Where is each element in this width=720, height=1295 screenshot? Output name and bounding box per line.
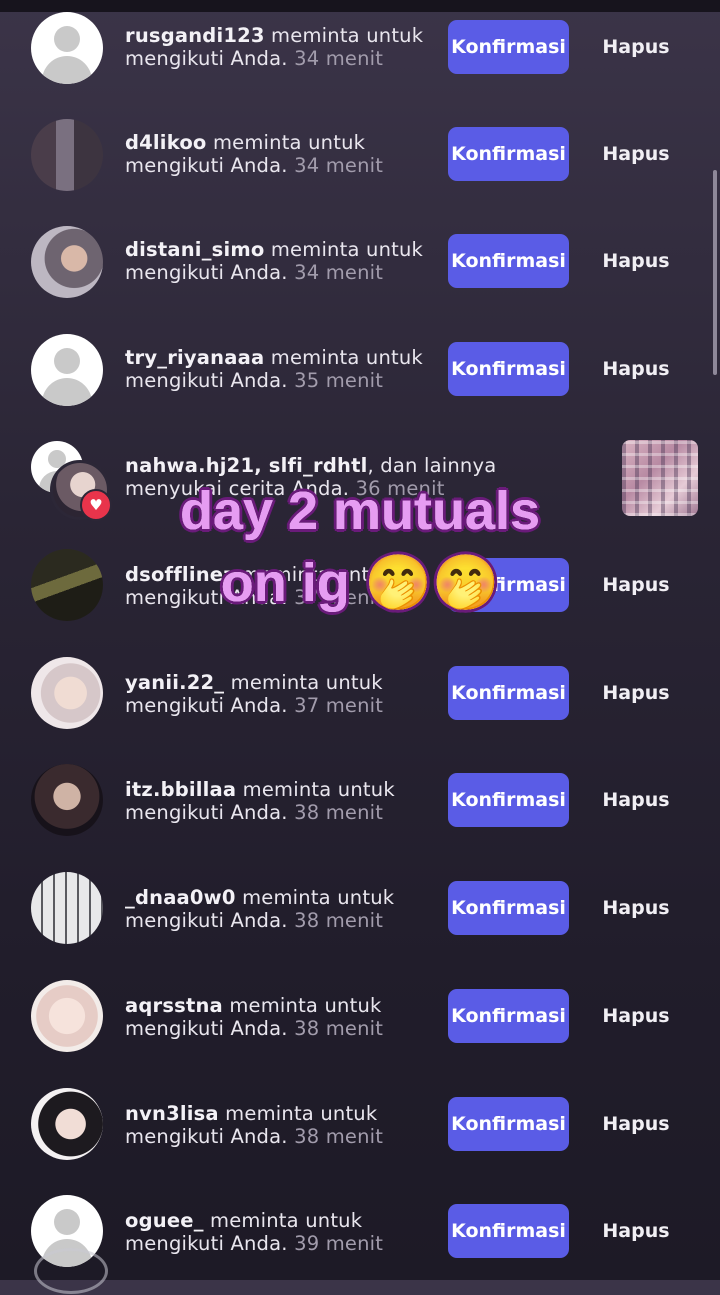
confirm-button[interactable]: Konfirmasi xyxy=(448,1097,569,1151)
timestamp: 34 menit xyxy=(294,154,384,177)
request-text: dsofflinez meminta untuk mengikuti Anda.… xyxy=(125,563,394,609)
request-text: try_riyanaaa meminta untuk mengikuti And… xyxy=(125,346,423,392)
follow-request-row: try_riyanaaa meminta untuk mengikuti And… xyxy=(0,334,720,434)
timestamp: 34 menit xyxy=(294,261,384,284)
scrollbar[interactable] xyxy=(713,170,717,375)
follow-request-row: distani_simo meminta untuk mengikuti And… xyxy=(0,226,720,326)
delete-button[interactable]: Hapus xyxy=(590,342,682,396)
delete-button[interactable]: Hapus xyxy=(590,881,682,935)
photo-avatar[interactable] xyxy=(31,872,103,944)
timestamp: 38 menit xyxy=(294,1125,384,1148)
timestamp: 37 menit xyxy=(294,586,384,609)
request-text: d4likoo meminta untuk mengikuti Anda. 34… xyxy=(125,131,384,177)
follow-request-row: _dnaa0w0 meminta untuk mengikuti Anda. 3… xyxy=(0,872,720,972)
photo-avatar[interactable] xyxy=(31,226,103,298)
notification-text: nahwa.hj21, slfi_rdhtl, dan lainnya meny… xyxy=(125,454,497,500)
request-text: aqrsstna meminta untuk mengikuti Anda. 3… xyxy=(125,994,384,1040)
home-indicator-ring xyxy=(34,1248,108,1294)
photo-avatar[interactable] xyxy=(31,764,103,836)
timestamp: 37 menit xyxy=(294,694,384,717)
username[interactable]: itz.bbillaa xyxy=(125,778,236,801)
username[interactable]: rusgandi123 xyxy=(125,24,265,47)
follow-request-row: itz.bbillaa meminta untuk mengikuti Anda… xyxy=(0,764,720,864)
follow-request-row: d4likoo meminta untuk mengikuti Anda. 34… xyxy=(0,119,720,219)
username[interactable]: aqrsstna xyxy=(125,994,223,1017)
delete-button[interactable]: Hapus xyxy=(590,666,682,720)
follow-request-row: oguee_ meminta untuk mengikuti Anda. 39 … xyxy=(0,1195,720,1295)
delete-button[interactable]: Hapus xyxy=(590,1204,682,1258)
confirm-button[interactable]: Konfirmasi xyxy=(448,1204,569,1258)
request-text: itz.bbillaa meminta untuk mengikuti Anda… xyxy=(125,778,395,824)
usernames[interactable]: nahwa.hj21, slfi_rdhtl xyxy=(125,454,367,477)
follow-request-row: dsofflinez meminta untuk mengikuti Anda.… xyxy=(0,549,720,649)
username[interactable]: yanii.22_ xyxy=(125,671,224,694)
delete-button[interactable]: Hapus xyxy=(590,127,682,181)
follow-request-row: rusgandi123 meminta untuk mengikuti Anda… xyxy=(0,12,720,112)
confirm-button[interactable]: Konfirmasi xyxy=(448,773,569,827)
timestamp: 34 menit xyxy=(294,47,384,70)
confirm-button[interactable]: Konfirmasi xyxy=(448,342,569,396)
request-text: distani_simo meminta untuk mengikuti And… xyxy=(125,238,424,284)
timestamp: 39 menit xyxy=(294,1232,384,1255)
story-like-notification[interactable]: ♥ nahwa.hj21, slfi_rdhtl, dan lainnya me… xyxy=(0,440,720,521)
photo-avatar[interactable] xyxy=(31,549,103,621)
follow-request-row: aqrsstna meminta untuk mengikuti Anda. 3… xyxy=(0,980,720,1080)
timestamp: 38 menit xyxy=(294,801,384,824)
delete-button[interactable]: Hapus xyxy=(590,773,682,827)
request-text: rusgandi123 meminta untuk mengikuti Anda… xyxy=(125,24,424,70)
confirm-button[interactable]: Konfirmasi xyxy=(448,989,569,1043)
default-avatar[interactable] xyxy=(31,12,103,84)
photo-avatar[interactable] xyxy=(31,119,103,191)
default-avatar[interactable] xyxy=(31,334,103,406)
follow-request-row: yanii.22_ meminta untuk mengikuti Anda. … xyxy=(0,657,720,757)
confirm-button[interactable]: Konfirmasi xyxy=(448,127,569,181)
username[interactable]: dsofflinez xyxy=(125,563,235,586)
follow-request-row: nvn3lisa meminta untuk mengikuti Anda. 3… xyxy=(0,1088,720,1188)
timestamp: 36 menit xyxy=(355,477,445,500)
delete-button[interactable]: Hapus xyxy=(590,234,682,288)
status-strip xyxy=(0,0,720,12)
confirm-button[interactable]: Konfirmasi xyxy=(448,881,569,935)
story-thumbnail[interactable] xyxy=(622,440,698,516)
confirm-button[interactable]: Konfirmasi xyxy=(448,234,569,288)
timestamp: 38 menit xyxy=(294,909,384,932)
delete-button[interactable]: Hapus xyxy=(590,989,682,1043)
delete-button[interactable]: Hapus xyxy=(590,20,682,74)
username[interactable]: _dnaa0w0 xyxy=(125,886,236,909)
delete-button[interactable]: Hapus xyxy=(590,558,682,612)
username[interactable]: d4likoo xyxy=(125,131,207,154)
photo-avatar[interactable] xyxy=(31,980,103,1052)
username[interactable]: distani_simo xyxy=(125,238,264,261)
username[interactable]: oguee_ xyxy=(125,1209,204,1232)
request-text: nvn3lisa meminta untuk mengikuti Anda. 3… xyxy=(125,1102,384,1148)
confirm-button[interactable]: Konfirmasi xyxy=(448,558,569,612)
username[interactable]: nvn3lisa xyxy=(125,1102,219,1125)
photo-avatar[interactable] xyxy=(31,657,103,729)
request-text: oguee_ meminta untuk mengikuti Anda. 39 … xyxy=(125,1209,384,1255)
heart-icon: ♥ xyxy=(80,489,112,521)
request-text: _dnaa0w0 meminta untuk mengikuti Anda. 3… xyxy=(125,886,395,932)
username[interactable]: try_riyanaaa xyxy=(125,346,264,369)
delete-button[interactable]: Hapus xyxy=(590,1097,682,1151)
request-text: yanii.22_ meminta untuk mengikuti Anda. … xyxy=(125,671,384,717)
confirm-button[interactable]: Konfirmasi xyxy=(448,666,569,720)
timestamp: 35 menit xyxy=(294,369,384,392)
confirm-button[interactable]: Konfirmasi xyxy=(448,20,569,74)
photo-avatar[interactable] xyxy=(31,1088,103,1160)
timestamp: 38 menit xyxy=(294,1017,384,1040)
